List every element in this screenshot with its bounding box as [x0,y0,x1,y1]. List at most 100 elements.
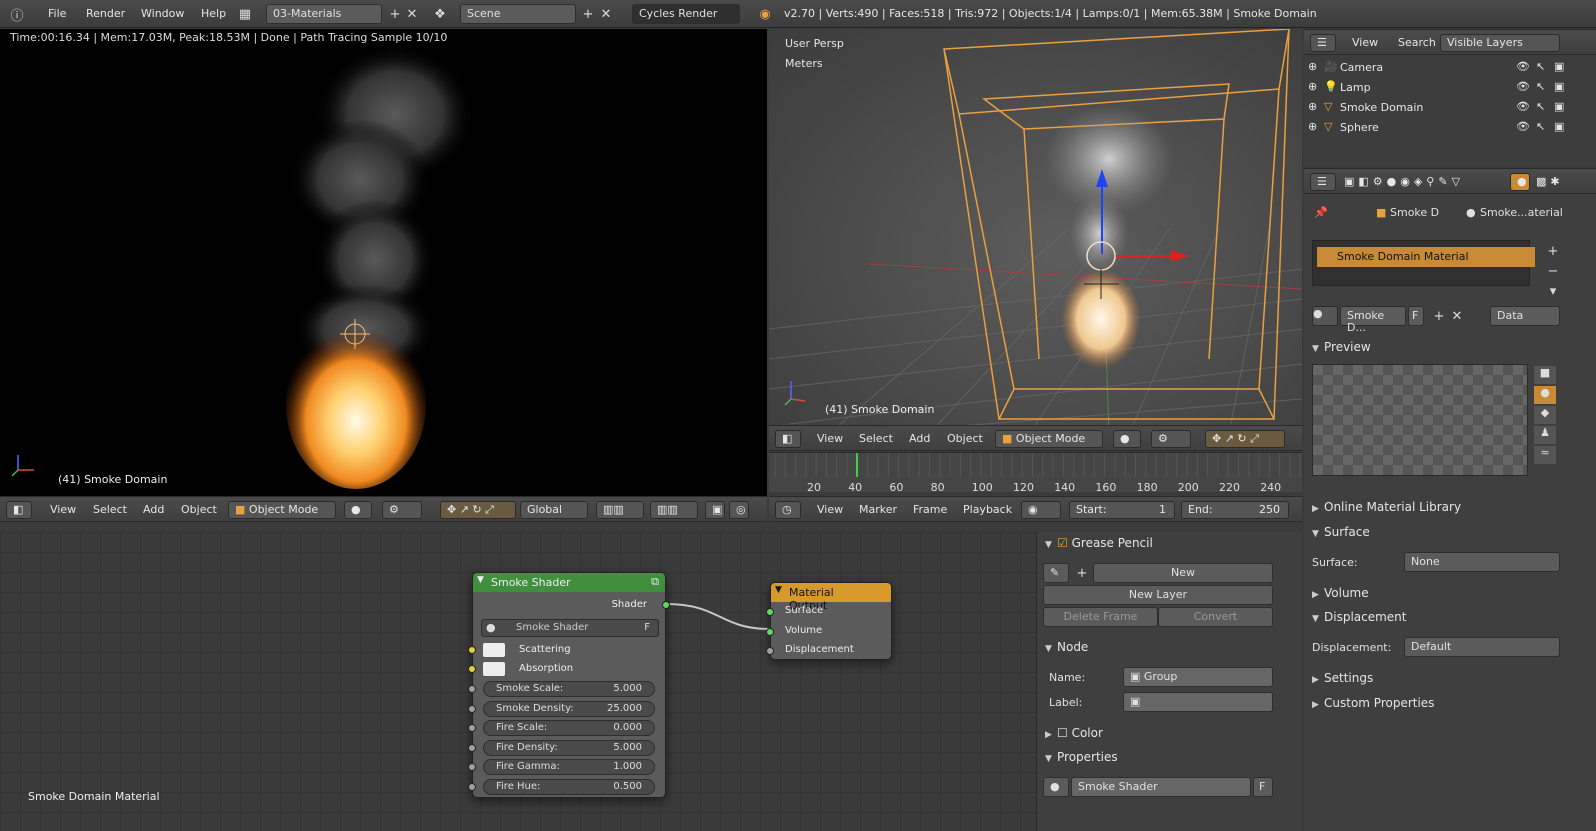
color-input-socket[interactable] [468,665,476,673]
left-menu-view[interactable]: View [50,503,76,516]
color-swatch[interactable] [483,662,505,676]
info-icon[interactable]: ⓘ [8,5,26,24]
smoke-shader-node[interactable]: ▼ Smoke Shader ⧉ Shader ● Smoke Shader F… [468,572,670,798]
outliner-menu-search[interactable]: Search [1398,36,1436,49]
volume-section[interactable]: ▶ Volume [1312,586,1369,600]
outliner-row[interactable]: ⊕ 🎥 Camera 👁 ↖ ▣ [1304,57,1596,77]
render-view[interactable]: Time:00:16.34 | Mem:17.03M, Peak:18.53M … [0,29,767,505]
color-section[interactable]: ▶ ☐ Color [1045,726,1103,740]
value-input-socket[interactable] [468,724,476,733]
grease-pencil-section[interactable]: ▼ ☑ Grease Pencil [1045,536,1153,550]
color-input-socket[interactable] [468,646,476,654]
node-name-field[interactable]: ▣ Group [1123,667,1273,687]
output-input-socket[interactable] [766,608,774,616]
outliner-item-name[interactable]: Sphere [1340,121,1379,134]
select-arrow-icon[interactable]: ↖ [1536,60,1545,73]
outliner-editor-icon[interactable]: ☰ [1310,34,1336,52]
render-engine-selector[interactable]: Cycles Render [632,4,740,24]
unlink-material-icon[interactable]: ✕ [1448,307,1466,325]
custom-properties-section[interactable]: ▶ Custom Properties [1312,696,1434,710]
outliner-menu-view[interactable]: View [1352,36,1378,49]
expand-icon[interactable]: ⊕ [1308,120,1317,133]
displacement-section[interactable]: ▼ Displacement [1312,610,1407,624]
value-input-socket[interactable] [468,743,476,752]
value-input-socket[interactable] [468,685,476,693]
outliner-item-name[interactable]: Camera [1340,61,1383,74]
outliner-row[interactable]: ⊕ ▽ Smoke Domain 👁 ↖ ▣ [1304,97,1596,117]
add-scene-icon[interactable]: + [579,5,597,23]
layout-grid-icon[interactable]: ▦ [236,5,254,23]
tl-menu-playback[interactable]: Playback [963,503,1012,516]
layer-buttons-2[interactable]: ▥▥ [650,501,698,519]
node-editor[interactable]: ▼ Smoke Shader ⧉ Shader ● Smoke Shader F… [0,532,1036,831]
value-input-socket[interactable] [468,783,476,791]
group-fake-user[interactable]: F [1253,777,1273,797]
pencil-icon[interactable]: ✎ [1043,563,1069,583]
group-name-field[interactable]: Smoke Shader [1071,777,1251,797]
new-material-icon[interactable]: + [1430,307,1448,325]
render-camera-icon[interactable]: ▣ [1554,80,1564,93]
left-menu-add[interactable]: Add [143,503,164,516]
group-browse-icon[interactable]: ● [1043,777,1069,797]
expand-icon[interactable]: ⊕ [1308,100,1317,113]
fake-user-button[interactable]: F [1408,306,1424,326]
outliner-item-name[interactable]: Smoke Domain [1340,101,1423,114]
visibility-eye-icon[interactable]: 👁 [1516,80,1530,93]
value-input-socket[interactable] [468,704,476,713]
color-swatch[interactable] [483,643,505,657]
layout-selector[interactable]: 03-Materials [266,4,382,24]
viewport-menu-object[interactable]: Object [947,432,983,445]
node-value-field[interactable]: Fire Gamma: 1.000 [483,759,655,776]
start-frame-field[interactable]: Start: 1 [1069,501,1175,519]
scene-selector[interactable]: Scene [460,4,576,24]
smoke-node-header[interactable]: ▼ Smoke Shader ⧉ [473,573,665,592]
visibility-eye-icon[interactable]: 👁 [1516,120,1530,133]
visibility-eye-icon[interactable]: 👁 [1516,100,1530,113]
left-manipulator-icons[interactable]: ✥ ↗ ↻ ⤢ [440,501,516,519]
output-input-socket[interactable] [766,627,774,636]
preview-section[interactable]: ▼ Preview [1312,340,1371,354]
slot-menu-icon[interactable]: ▾ [1544,282,1562,300]
select-arrow-icon[interactable]: ↖ [1536,80,1545,93]
material-name-field[interactable]: Smoke D... [1340,306,1406,334]
orientation-selector[interactable]: Global [520,501,588,519]
node-value-field[interactable]: Fire Hue: 0.500 [483,779,655,795]
node-value-field[interactable]: Smoke Scale: 5.000 [483,681,655,697]
output-node-header[interactable]: ▼ Material Output [771,583,891,612]
left-object-mode-selector[interactable]: ■ Object Mode [228,501,336,519]
select-arrow-icon[interactable]: ↖ [1536,120,1545,133]
tl-menu-frame[interactable]: Frame [913,503,947,516]
viewport-menu-view[interactable]: View [817,432,843,445]
timeline-editor-icon[interactable]: ◷ [775,501,801,519]
expand-icon[interactable]: ⊕ [1308,60,1317,73]
node-group-selector[interactable]: ● Smoke Shader F [481,619,659,637]
end-frame-field[interactable]: End: 250 [1181,501,1289,519]
menu-render[interactable]: Render [86,7,125,20]
pivot-icon[interactable]: ⚙ [1151,430,1191,448]
left-shading-icon[interactable]: ● [344,501,372,519]
convert-button[interactable]: Convert [1158,607,1273,627]
render-camera-icon[interactable]: ▣ [1554,60,1564,73]
new-layer-button[interactable]: New Layer [1043,585,1273,605]
close-scene-icon[interactable]: ✕ [597,5,615,23]
outliner-row[interactable]: ⊕ 💡 Lamp 👁 ↖ ▣ [1304,77,1596,97]
group-icon[interactable]: ⧉ [651,575,659,589]
add-layout-icon[interactable]: + [386,5,404,23]
link-selector[interactable]: Data [1490,306,1560,326]
node-section[interactable]: ▼ Node [1045,640,1088,654]
menu-file[interactable]: File [48,7,66,20]
properties-editor-icon[interactable]: ☰ [1310,173,1336,191]
outliner-row[interactable]: ⊕ ▽ Sphere 👁 ↖ ▣ [1304,117,1596,137]
editor-type-icon-left[interactable]: ◧ [6,501,32,519]
properties-section[interactable]: ▼ Properties [1045,750,1118,764]
render-camera-icon[interactable]: ◎ [729,501,749,519]
preview-type-buttons[interactable]: ■ ● ◆ ♟ ≈ [1534,366,1556,476]
pin-icon[interactable]: 📌 [1314,206,1328,219]
material-slot-item[interactable]: Smoke Domain Material [1317,247,1535,267]
visibility-eye-icon[interactable]: 👁 [1516,60,1530,73]
material-slot-list[interactable]: Smoke Domain Material [1312,240,1535,286]
gp-add-icon[interactable]: + [1073,564,1091,582]
material-output-node[interactable]: ▼ Material Output Surface Volume Displacem… [766,582,892,660]
left-menu-object[interactable]: Object [181,503,217,516]
select-arrow-icon[interactable]: ↖ [1536,100,1545,113]
